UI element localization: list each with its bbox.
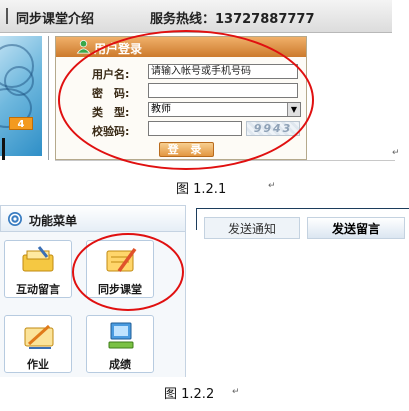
tile-sync-classroom[interactable]: 同步课堂 (86, 240, 154, 298)
captcha-image[interactable]: 9943 (246, 121, 300, 136)
login-button[interactable]: 登 录 (159, 142, 214, 157)
gear-icon (8, 212, 22, 226)
login-panel-header: 用户登录 (56, 37, 306, 57)
password-label: 密 码: (92, 87, 130, 100)
top-bar-separator (6, 8, 8, 24)
tile-label: 作业 (27, 358, 49, 371)
computer-icon (108, 322, 134, 349)
type-row: 类 型: 教师 ▼ (56, 102, 306, 119)
username-row: 用户名: 请输入帐号或手机号码 (56, 64, 306, 81)
chevron-down-icon[interactable]: ▼ (287, 103, 300, 116)
site-top-bar: 同步课堂介绍 服务热线：13727887777 (0, 0, 392, 33)
password-row: 密 码: (56, 83, 306, 100)
intro-link[interactable]: 同步课堂介绍 (16, 8, 94, 27)
tile-grades[interactable]: 成绩 (86, 315, 154, 373)
captcha-row: 校验码: 9943 (56, 121, 306, 138)
tab-send-notice[interactable]: 发送通知 (204, 217, 300, 239)
tile-label: 同步课堂 (98, 283, 142, 296)
user-icon (76, 40, 91, 54)
tile-homework[interactable]: 作业 (4, 315, 72, 373)
type-select-value: 教师 (151, 104, 171, 115)
tile-interactive-message[interactable]: 互动留言 (4, 240, 72, 298)
username-input[interactable]: 请输入帐号或手机号码 (148, 64, 298, 79)
type-label: 类 型: (92, 106, 130, 119)
password-input[interactable] (148, 83, 298, 98)
paragraph-mark: ↵ (392, 148, 400, 158)
service-hotline: 服务热线：13727887777 (150, 12, 315, 27)
function-menu-header: 功能菜单 (0, 205, 186, 232)
bottom-divider (55, 160, 395, 161)
slide-number-badge[interactable]: 4 (9, 117, 33, 130)
tile-label: 成绩 (109, 358, 131, 371)
figure-2-caption: 图 1.2.2 (164, 387, 215, 402)
login-panel: 用户登录 用户名: 请输入帐号或手机号码 密 码: 类 型: 教师 ▼ 校验码:… (55, 36, 307, 160)
paragraph-mark: ↵ (232, 387, 240, 397)
function-menu-title: 功能菜单 (29, 214, 78, 228)
content-frame-top-edge (196, 208, 409, 209)
figure-2-menu-screenshot: 功能菜单 互动留言 同步课堂 作业 成绩 发送通知 发送留言 (0, 205, 409, 377)
login-title: 用户登录 (94, 42, 143, 56)
username-label: 用户名: (92, 68, 130, 81)
vertical-divider (48, 36, 49, 160)
notebook-pencil-icon (106, 247, 137, 273)
figure-1-caption: 图 1.2.1 (176, 182, 227, 197)
captcha-input[interactable] (148, 121, 242, 136)
content-frame-left-edge (196, 208, 197, 230)
tile-label: 互动留言 (16, 283, 60, 296)
paragraph-mark: ↵ (268, 181, 276, 191)
figure-1-login-screenshot: 同步课堂介绍 服务热线：13727887777 4 用户登录 用户名: 请输入帐… (0, 0, 409, 170)
decorative-banner (0, 36, 42, 156)
captcha-label: 校验码: (92, 125, 130, 138)
function-menu-body: 互动留言 同步课堂 作业 成绩 (0, 232, 186, 377)
message-icon (22, 246, 54, 272)
homework-icon (24, 324, 54, 349)
tab-send-message[interactable]: 发送留言 (307, 217, 405, 239)
type-select[interactable]: 教师 ▼ (148, 102, 301, 117)
edge-bar (2, 138, 5, 160)
